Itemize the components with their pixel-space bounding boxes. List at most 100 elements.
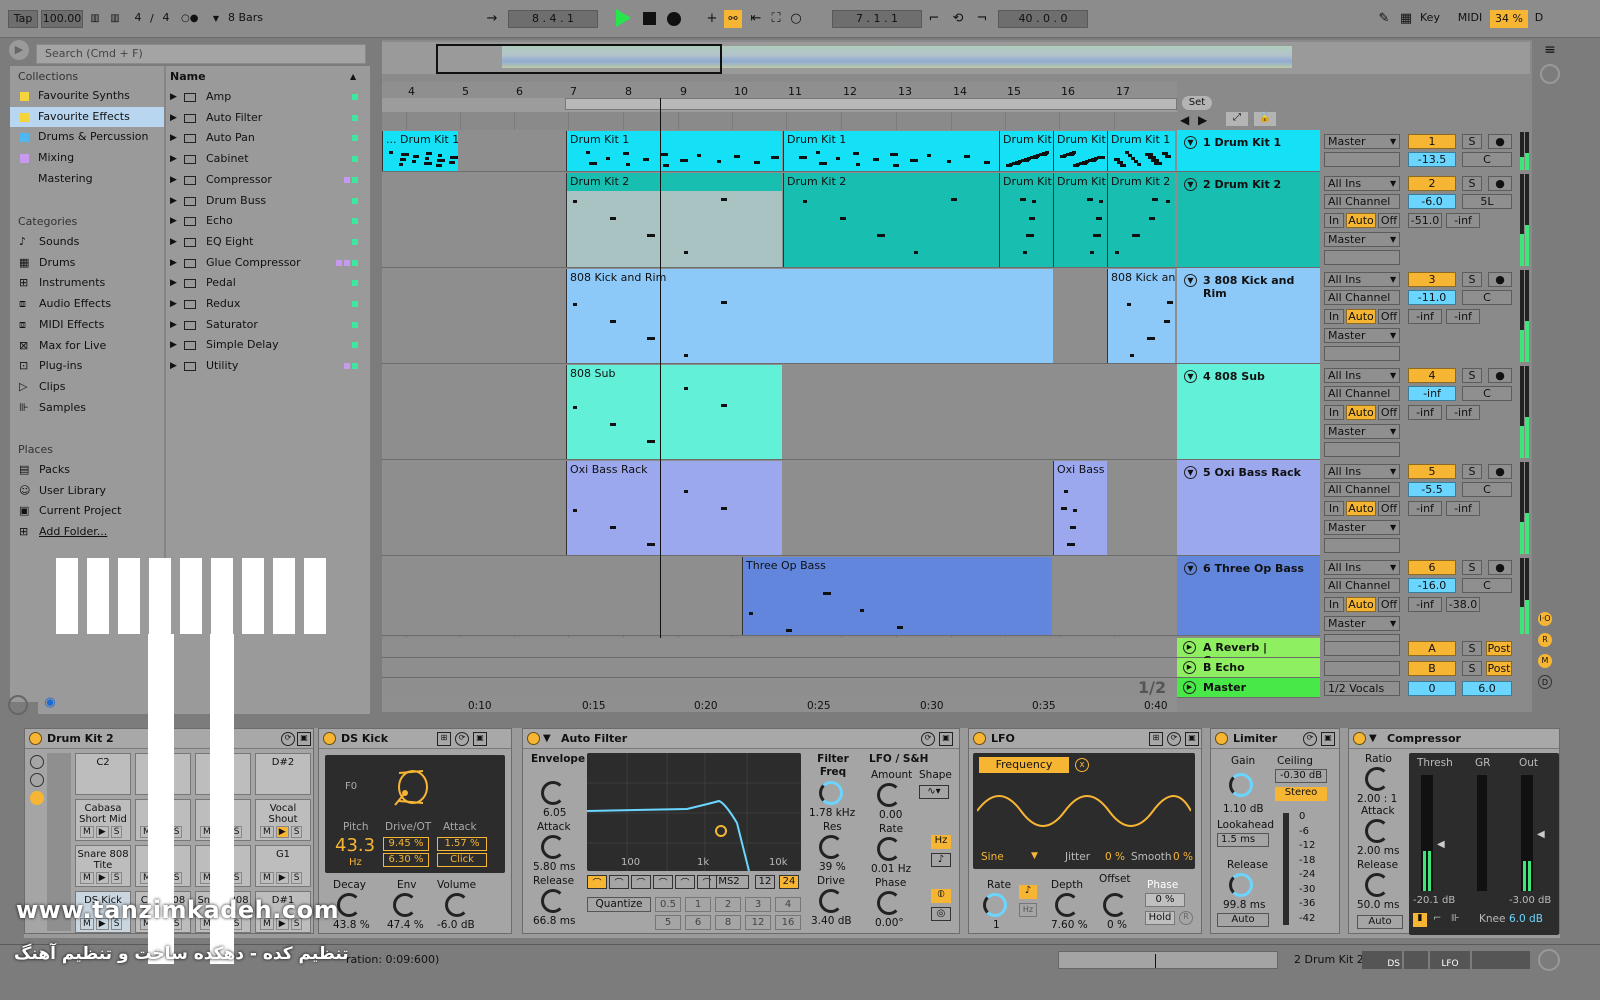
res-knob[interactable]: [819, 835, 843, 859]
knee-value[interactable]: 6.0 dB: [1509, 913, 1543, 925]
gain-knob[interactable]: [1229, 773, 1253, 797]
expand-arrow-icon[interactable]: ▶: [170, 191, 177, 211]
place-item[interactable]: ⊞ Add Folder...: [10, 522, 164, 542]
fold-icon[interactable]: ▼: [1184, 466, 1197, 479]
next-locator-icon[interactable]: ▶: [1198, 113, 1207, 127]
expand-arrow-icon[interactable]: ▶: [170, 108, 177, 128]
quantize-value-button[interactable]: 6: [685, 915, 711, 930]
metronome-menu-icon[interactable]: ▼: [208, 11, 224, 27]
clip[interactable]: Three Op Bass: [742, 557, 1052, 635]
clip[interactable]: Drum Kit 2: [566, 173, 782, 267]
play-icon[interactable]: ▶: [1183, 661, 1196, 674]
overview-viewport[interactable]: [436, 44, 722, 74]
return-name[interactable]: B Echo: [1203, 661, 1245, 674]
play-icon[interactable]: ▶: [1183, 641, 1196, 654]
prev-locator-icon[interactable]: ◀: [1180, 113, 1189, 127]
filter-graph[interactable]: 100 1k 10k: [586, 753, 801, 872]
af-attack-knob[interactable]: [541, 835, 565, 859]
preview-icon[interactable]: ▶: [275, 826, 289, 838]
quantize-value-button[interactable]: 0.5: [655, 897, 681, 912]
lfo-unfold-icon[interactable]: ⊞: [1149, 732, 1163, 746]
return-lane[interactable]: [382, 658, 1177, 678]
volume-field[interactable]: -16.0: [1408, 578, 1456, 593]
thresh-pointer-icon[interactable]: ◀: [1437, 839, 1445, 850]
quantize-value-button[interactable]: 5: [655, 915, 681, 930]
filter-thumbnail[interactable]: [1404, 951, 1428, 969]
drum-pad[interactable]: Snare 808 Tite M ▶ S: [75, 845, 131, 887]
output-channel[interactable]: [1324, 538, 1400, 553]
expand-arrow-icon[interactable]: ▶: [170, 87, 177, 107]
monitor-off-button[interactable]: Off: [1378, 405, 1400, 420]
expand-arrow-icon[interactable]: ▶: [170, 356, 177, 376]
tempo-field[interactable]: 100.00: [41, 10, 83, 28]
capture-icon[interactable]: ⛶: [768, 11, 784, 27]
solo-button[interactable]: S: [290, 872, 303, 884]
auto-filter-save-icon[interactable]: ▣: [939, 732, 953, 746]
input-type-select[interactable]: All Ins: [1324, 176, 1400, 191]
solo-button[interactable]: S: [1462, 134, 1482, 149]
dropdown-icon[interactable]: ▼: [1390, 137, 1396, 146]
record-button[interactable]: [667, 12, 681, 26]
browser-item[interactable]: ▶ Drum Buss: [170, 191, 360, 211]
bar-number[interactable]: 8: [625, 85, 632, 98]
bar-number[interactable]: 7: [570, 85, 577, 98]
return-output-select[interactable]: [1324, 641, 1400, 656]
overview-strip[interactable]: [382, 42, 1530, 74]
hold-button[interactable]: Hold: [1145, 911, 1175, 925]
tap-button[interactable]: Tap: [8, 10, 38, 28]
drum-pad[interactable]: Vocal Shout WhaM▶S: [255, 799, 311, 841]
mute-button[interactable]: M: [260, 872, 274, 884]
decay-knob[interactable]: [337, 893, 361, 917]
track-activator[interactable]: 3: [1408, 272, 1456, 287]
browser-item[interactable]: ▶ Auto Filter: [170, 108, 360, 128]
bar-number[interactable]: 9: [680, 85, 687, 98]
bar-number[interactable]: 4: [408, 85, 415, 98]
send-b-field[interactable]: -38.0: [1446, 597, 1480, 612]
send-b-field[interactable]: -inf: [1446, 309, 1480, 324]
browser-item[interactable]: ▶ Simple Delay: [170, 335, 360, 355]
lfo-rate-knob[interactable]: [983, 893, 1007, 917]
solo-button[interactable]: S: [110, 872, 123, 884]
delay-toggle-icon[interactable]: D: [1538, 675, 1552, 689]
volume-field[interactable]: -13.5: [1408, 152, 1456, 167]
output-channel[interactable]: [1324, 152, 1400, 167]
arm-button-icon[interactable]: ●: [1488, 560, 1512, 575]
dropdown-icon[interactable]: ▼: [1390, 331, 1396, 340]
track-name[interactable]: 3 808 Kick and Rim: [1203, 274, 1320, 300]
returns-toggle-icon[interactable]: R: [1538, 633, 1552, 647]
monitor-in-button[interactable]: In: [1324, 309, 1344, 324]
drum-pad[interactable]: G1 M ▶ S: [255, 845, 311, 887]
output-select[interactable]: Master: [1324, 520, 1400, 535]
volume-field[interactable]: -inf: [1408, 386, 1456, 401]
place-item[interactable]: ☺ User Library: [10, 481, 164, 501]
slope-24-button[interactable]: 24: [779, 875, 799, 889]
compressor-power-icon[interactable]: [1353, 732, 1366, 745]
ds-thumbnail[interactable]: DS: [1362, 951, 1402, 969]
input-channel-select[interactable]: All Channel: [1324, 194, 1400, 209]
automation-arm-icon[interactable]: ⚯: [724, 10, 742, 28]
collection-item[interactable]: Mastering: [10, 169, 164, 189]
fold-icon[interactable]: ▼: [1184, 562, 1197, 575]
loop-brace-area[interactable]: [382, 98, 1177, 112]
monitor-auto-button[interactable]: Auto: [1346, 501, 1376, 516]
bar-number[interactable]: 5: [462, 85, 469, 98]
track-header[interactable]: ▼ 3 808 Kick and Rim: [1177, 268, 1320, 364]
lfo-hz-toggle[interactable]: Hz: [1019, 903, 1037, 917]
jitter-value[interactable]: 0 %: [1105, 851, 1125, 863]
expand-arrow-icon[interactable]: ▶: [170, 273, 177, 293]
pitch-value[interactable]: 43.3: [335, 835, 375, 856]
comp-attack-knob[interactable]: [1365, 819, 1389, 843]
unmap-icon[interactable]: x: [1075, 758, 1089, 772]
offset-knob[interactable]: [1103, 893, 1127, 917]
lowpass-filter-icon[interactable]: ⌒: [587, 875, 607, 889]
send-a-field[interactable]: -inf: [1408, 597, 1442, 612]
auto-filter-fold-icon[interactable]: ▼: [543, 733, 551, 744]
ratio-knob[interactable]: [1365, 767, 1389, 791]
place-item[interactable]: ▣ Current Project: [10, 501, 164, 521]
overdub-icon[interactable]: +: [704, 11, 720, 27]
dropdown-icon[interactable]: ▼: [1390, 371, 1396, 380]
output-select[interactable]: Master: [1324, 424, 1400, 439]
expand-arrow-icon[interactable]: ▶: [170, 128, 177, 148]
bar-number[interactable]: 15: [1007, 85, 1021, 98]
expand-arrow-icon[interactable]: ▶: [170, 294, 177, 314]
